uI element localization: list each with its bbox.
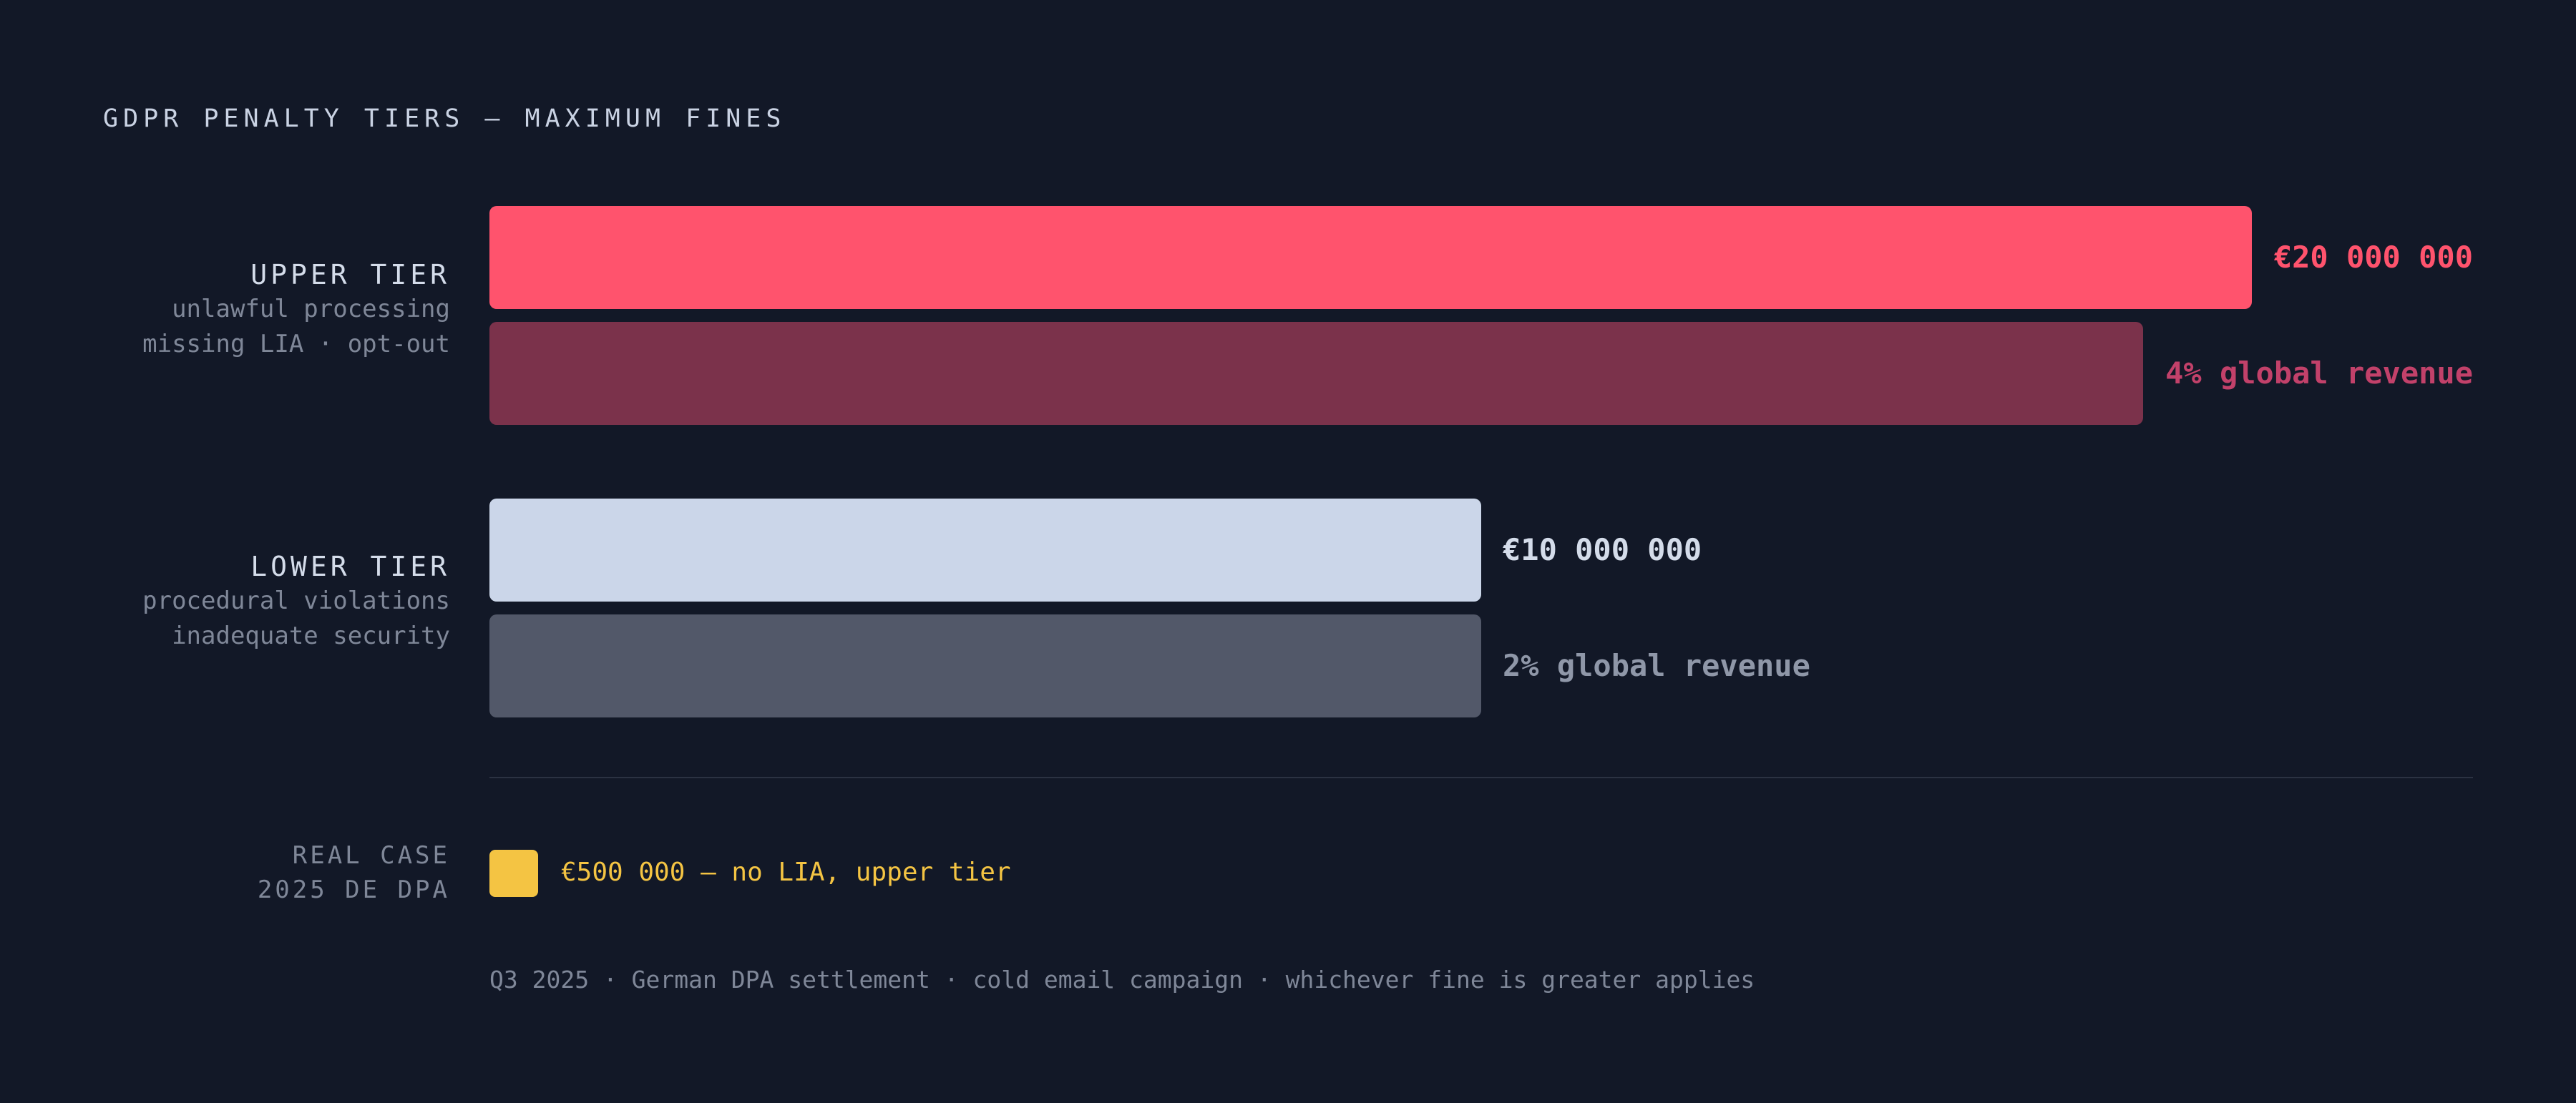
tier-label-upper: UPPER TIER unlawful processing missing L…	[142, 258, 450, 362]
real-case-label: REAL CASE 2025 DE DPA	[258, 838, 450, 907]
real-case-label-line: REAL CASE	[292, 841, 450, 870]
footnote: Q3 2025 · German DPA settlement · cold e…	[489, 966, 1755, 994]
bar-lower-fixed	[489, 499, 1481, 602]
chart-title: GDPR PENALTY TIERS — MAXIMUM FINES	[103, 104, 786, 133]
tier-desc-line: unlawful processing	[172, 295, 450, 323]
bar-upper-percent	[489, 322, 2143, 425]
bar-lower-percent	[489, 614, 1481, 717]
real-case-text: €500 000 — no LIA, upper tier	[561, 858, 1011, 887]
bar-label-lower-percent: 2% global revenue	[1503, 648, 1810, 683]
tier-desc-line: missing LIA · opt-out	[142, 330, 450, 358]
tier-desc-line: inadequate security	[172, 622, 450, 650]
bar-upper-fixed	[489, 206, 2252, 309]
divider	[489, 777, 2473, 778]
bar-label-upper-percent: 4% global revenue	[2165, 356, 2473, 391]
real-case-swatch	[489, 850, 538, 897]
tier-name: UPPER TIER	[250, 259, 450, 290]
tier-label-lower: LOWER TIER procedural violations inadequ…	[142, 549, 450, 654]
tier-name: LOWER TIER	[250, 551, 450, 582]
bar-label-upper-fixed: €20 000 000	[2273, 240, 2473, 275]
real-case-label-line: 2025 DE DPA	[257, 876, 450, 904]
bar-label-lower-fixed: €10 000 000	[1503, 532, 1702, 567]
tier-desc-line: procedural violations	[142, 587, 450, 615]
